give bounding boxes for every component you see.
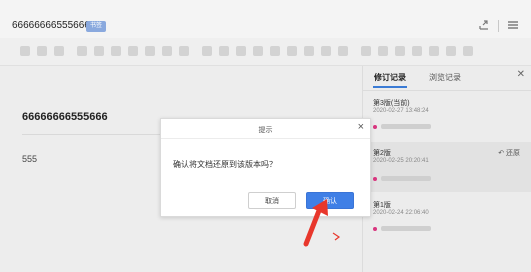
more-icon[interactable] — [463, 46, 473, 56]
version-time: 2020-02-24 22:06:40 — [373, 210, 429, 216]
align-center-icon[interactable] — [236, 46, 246, 56]
document-heading[interactable]: 66666666555666 — [22, 111, 108, 123]
bold-icon[interactable] — [111, 46, 121, 56]
list-ordered-icon[interactable] — [287, 46, 297, 56]
link-icon[interactable] — [361, 46, 371, 56]
image-icon[interactable] — [378, 46, 388, 56]
version-item[interactable]: 第1版 2020-02-24 22:06:40 — [363, 194, 531, 238]
tab-revision-history[interactable]: 修订记录 — [374, 72, 406, 83]
dialog-close-icon[interactable]: × — [358, 121, 364, 133]
table-icon[interactable] — [395, 46, 405, 56]
revision-panel: 修订记录 浏览记录 ✕ 第3版(当前) 2020-02-27 13:48:24 … — [362, 66, 531, 272]
author-dot-icon — [373, 125, 377, 129]
close-icon[interactable]: ✕ — [517, 69, 525, 80]
share-icon[interactable] — [476, 17, 492, 33]
redo-icon[interactable] — [37, 46, 47, 56]
format-painter-icon[interactable] — [54, 46, 64, 56]
tab-browse-history[interactable]: 浏览记录 — [429, 72, 461, 83]
indent-icon[interactable] — [321, 46, 331, 56]
document-header: 66666666555666 书签 — [0, 0, 531, 38]
font-color-icon[interactable] — [179, 46, 189, 56]
author-name-blurred — [381, 124, 431, 129]
strikethrough-icon[interactable] — [162, 46, 172, 56]
version-name: 第1版 — [373, 202, 391, 209]
heading-icon[interactable] — [94, 46, 104, 56]
doc-badge: 书签 — [86, 21, 107, 32]
document-body-text[interactable]: 555 — [22, 154, 37, 164]
restore-link[interactable]: ↶ 还原 — [498, 148, 520, 158]
active-tab-indicator — [373, 86, 407, 88]
panel-divider — [363, 90, 531, 91]
author-name-blurred — [381, 226, 431, 231]
author-dot-icon — [373, 227, 377, 231]
highlight-icon[interactable] — [202, 46, 212, 56]
author-dot-icon — [373, 177, 377, 181]
document-title[interactable]: 66666666555666 — [12, 20, 90, 31]
align-right-icon[interactable] — [253, 46, 263, 56]
dialog-message: 确认将文档还原到该版本吗？ — [173, 160, 277, 169]
divider-icon[interactable] — [446, 46, 456, 56]
version-time: 2020-02-25 20:20:41 — [373, 158, 429, 164]
justify-icon[interactable] — [270, 46, 280, 56]
code-icon[interactable] — [412, 46, 422, 56]
underline-icon[interactable] — [145, 46, 155, 56]
confirm-dialog: 提示 × 确认将文档还原到该版本吗？ 取消 确认 — [160, 118, 371, 217]
undo-icon[interactable] — [20, 46, 30, 56]
editor-toolbar — [0, 38, 531, 66]
confirm-button[interactable]: 确认 — [306, 192, 354, 209]
version-item-selected[interactable]: 第2版 ↶ 还原 2020-02-25 20:20:41 — [363, 142, 531, 192]
list-bullet-icon[interactable] — [304, 46, 314, 56]
author-name-blurred — [381, 176, 431, 181]
align-left-icon[interactable] — [219, 46, 229, 56]
version-name: 第2版 — [373, 150, 391, 157]
header-separator — [498, 20, 499, 32]
quote-icon[interactable] — [429, 46, 439, 56]
version-item[interactable]: 第3版(当前) 2020-02-27 13:48:24 — [363, 94, 531, 134]
outdent-icon[interactable] — [338, 46, 348, 56]
dialog-header: 提示 × — [161, 119, 370, 139]
restore-label: 还原 — [506, 150, 520, 157]
clear-format-icon[interactable] — [77, 46, 87, 56]
italic-icon[interactable] — [128, 46, 138, 56]
version-name: 第3版(当前) — [373, 100, 410, 107]
cancel-button[interactable]: 取消 — [248, 192, 296, 209]
version-time: 2020-02-27 13:48:24 — [373, 108, 429, 114]
menu-icon[interactable] — [505, 17, 521, 33]
dialog-title: 提示 — [258, 127, 273, 134]
